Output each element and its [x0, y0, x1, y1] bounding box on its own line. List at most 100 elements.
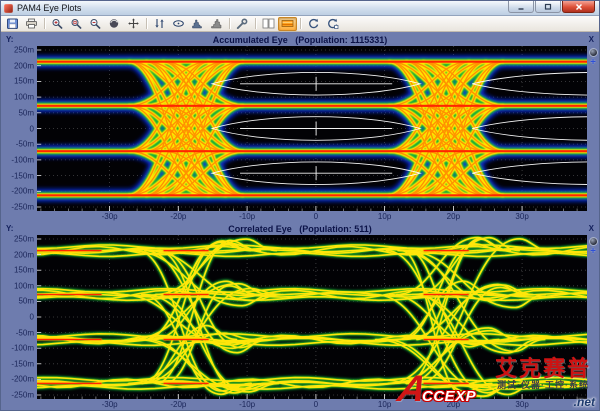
x-tick-label: 0 [314, 400, 318, 409]
y-tick-label: -150m [11, 359, 34, 368]
toolbar-separator [255, 18, 256, 29]
legend-button[interactable] [259, 17, 278, 31]
toolbar-separator [146, 18, 147, 29]
correlated-eye-plot[interactable] [37, 235, 587, 399]
zoom-plus-button[interactable]: + [587, 58, 599, 67]
rotate-3d-button[interactable] [105, 17, 124, 31]
markers-button[interactable] [150, 17, 169, 31]
settings-button[interactable] [233, 17, 252, 31]
y-tick-label: 100m [14, 281, 34, 290]
eye-mask-button[interactable] [169, 17, 188, 31]
accumulated-x-axis: -30p-20p-10p010p20p30p [37, 211, 587, 222]
y-tick-label: 0 [30, 124, 34, 133]
pam4-eye-plots-window: PAM4 Eye Plots Y: Accumulated Eye (Popul… [0, 0, 600, 411]
axes-options-button[interactable] [589, 237, 598, 246]
y-tick-label: 200m [14, 250, 34, 259]
print-icon [25, 18, 38, 29]
y-tick-label: 200m [14, 61, 34, 70]
x-tick-label: 30p [515, 400, 528, 409]
correlated-eye-header: Y: Correlated Eye (Population: 511) X [1, 222, 599, 235]
x-tick-label: -20p [170, 400, 186, 409]
close-button[interactable] [562, 1, 595, 13]
accumulated-eye-header: Y: Accumulated Eye (Population: 1115331)… [1, 33, 599, 46]
y-tick-label: -250m [11, 203, 34, 212]
reset-zoom-icon [307, 18, 320, 29]
time-histogram-button[interactable] [188, 17, 207, 31]
y-tick-label: 250m [14, 235, 34, 244]
zoom-in-button[interactable] [48, 17, 67, 31]
pan-icon [127, 18, 140, 29]
colorbar-button[interactable] [278, 17, 297, 31]
y-tick-label: 50m [18, 108, 34, 117]
save-icon [6, 18, 19, 29]
toolbar-separator [229, 18, 230, 29]
x-tick-label: -30p [102, 400, 118, 409]
y-tick-label: -50m [16, 328, 34, 337]
x-tick-label: 10p [378, 400, 391, 409]
zoom-in-icon [51, 18, 64, 29]
titlebar[interactable]: PAM4 Eye Plots [1, 1, 599, 16]
reset-axes-icon [326, 18, 339, 29]
y-tick-label: 150m [14, 266, 34, 275]
close-icon [575, 3, 583, 11]
time-histogram-icon [191, 18, 204, 29]
maximize-icon [544, 3, 552, 11]
x-tick-label: 20p [447, 400, 460, 409]
y-tick-label: 0 [30, 313, 34, 322]
accumulated-y-axis: 250m200m150m100m50m0-50m-100m-150m-200m-… [1, 46, 37, 211]
x-cursor-label: X [548, 35, 594, 44]
y-tick-label: -50m [16, 140, 34, 149]
y-tick-label: -150m [11, 171, 34, 180]
colorbar-icon [281, 18, 294, 29]
correlated-eye-diagram [37, 235, 587, 399]
pan-button[interactable] [124, 17, 143, 31]
y-tick-label: -200m [11, 187, 34, 196]
print-button[interactable] [22, 17, 41, 31]
correlated-x-axis: -30p -20p -10p 0 10p 20p 30p [37, 399, 587, 411]
y-tick-label: 50m [18, 297, 34, 306]
axes-options-button[interactable] [589, 48, 598, 57]
minimize-button[interactable] [508, 1, 534, 13]
x-cursor-label: X [548, 224, 594, 233]
settings-icon [236, 18, 249, 29]
x-tick-label: -10p [239, 400, 255, 409]
reset-axes-button[interactable] [323, 17, 342, 31]
toolbar [1, 16, 599, 32]
x-tick-label: 20p [447, 212, 460, 221]
window-title: PAM4 Eye Plots [17, 3, 81, 13]
minimize-icon [517, 3, 525, 11]
level-histogram-button[interactable] [207, 17, 226, 31]
correlated-eye-title: Correlated Eye (Population: 511) [52, 224, 548, 234]
plot-side-controls: + [587, 46, 599, 211]
x-tick-label: 30p [515, 212, 528, 221]
y-cursor-label: Y: [6, 35, 52, 44]
y-tick-label: 150m [14, 77, 34, 86]
maximize-button[interactable] [535, 1, 561, 13]
rotate-3d-icon [108, 18, 121, 29]
toolbar-separator [300, 18, 301, 29]
zoom-plus-button[interactable]: + [587, 247, 599, 256]
y-tick-label: -100m [11, 155, 34, 164]
accumulated-eye-plot[interactable] [37, 46, 587, 211]
x-tick-label: -20p [170, 212, 186, 221]
zoom-fit-icon [70, 18, 83, 29]
y-tick-label: 100m [14, 93, 34, 102]
zoom-out-button[interactable] [86, 17, 105, 31]
level-histogram-icon [210, 18, 223, 29]
y-tick-label: -200m [11, 375, 34, 384]
x-tick-label: -30p [102, 212, 118, 221]
app-icon [4, 4, 13, 13]
reset-zoom-button[interactable] [304, 17, 323, 31]
accumulated-eye-title: Accumulated Eye (Population: 1115331) [52, 35, 548, 45]
eye-mask-icon [172, 18, 185, 29]
figure-area: Y: Accumulated Eye (Population: 1115331)… [1, 33, 599, 410]
plot-side-controls: + [587, 235, 599, 399]
y-tick-label: -100m [11, 344, 34, 353]
save-button[interactable] [3, 17, 22, 31]
x-tick-label: 0 [314, 212, 318, 221]
accumulated-eye-diagram [37, 46, 587, 211]
markers-icon [153, 18, 166, 29]
zoom-fit-button[interactable] [67, 17, 86, 31]
zoom-out-icon [89, 18, 102, 29]
correlated-y-axis: 250m200m150m100m50m0-50m-100m-150m-200m-… [1, 235, 37, 399]
